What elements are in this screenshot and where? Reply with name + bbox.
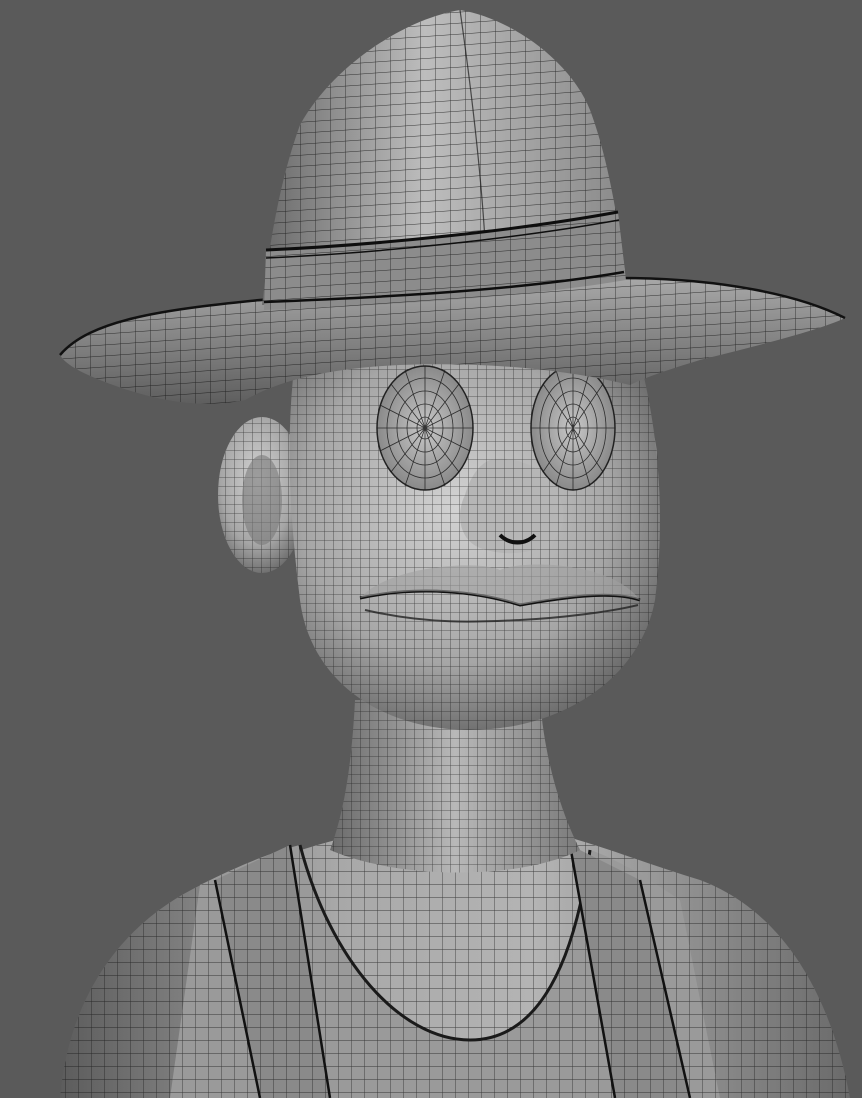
right-eye	[530, 365, 616, 491]
left-eye	[376, 365, 474, 491]
character-render	[59, 9, 850, 1098]
3d-viewport[interactable]	[0, 0, 862, 1098]
